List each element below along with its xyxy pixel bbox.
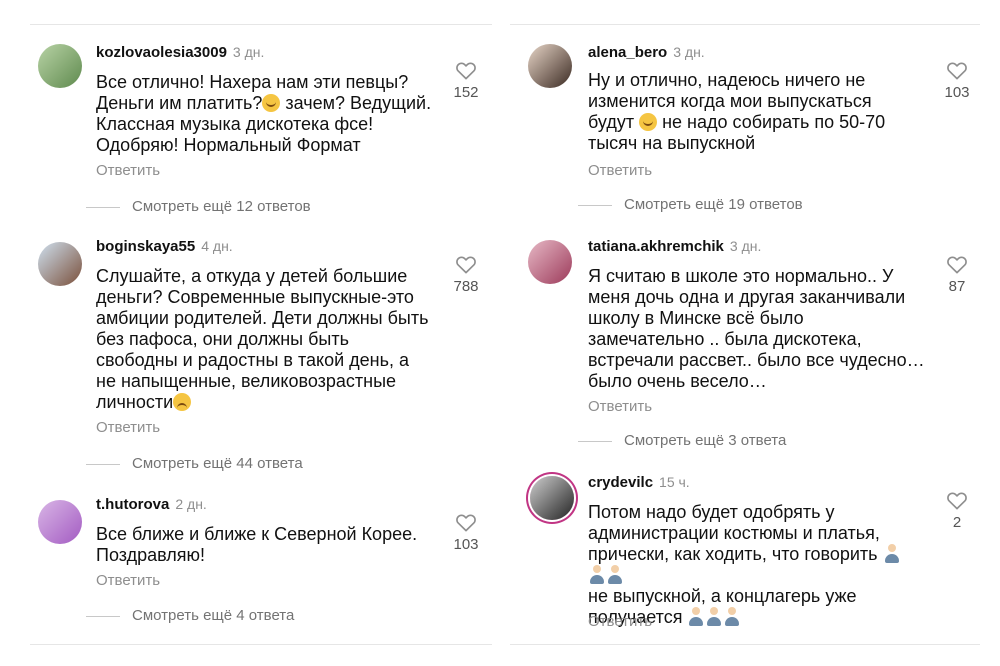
like-count: 152 [453,84,479,101]
person-facepalm-emoji [882,544,901,564]
username[interactable]: boginskaya55 [96,238,195,255]
timestamp: 3 дн. [729,238,762,254]
timestamp: 15 ч. [659,474,690,490]
view-replies-button[interactable]: Смотреть ещё 4 ответа [86,607,294,624]
like-button[interactable]: 2 [937,490,977,531]
timestamp: 3 дн. [673,44,705,60]
reply-button[interactable]: Ответить [96,572,160,589]
person-facepalm-emoji [588,565,606,585]
like-button[interactable]: 152 [446,60,486,101]
avatar[interactable] [528,44,572,88]
view-replies-button[interactable]: Смотреть ещё 44 ответа [86,455,303,472]
username[interactable]: kozlovaolesia3009 [96,44,227,61]
username[interactable]: alena_bero [588,44,667,61]
comment-text: Я считаю в школе это нормально.. У меня … [588,266,925,391]
reply-button[interactable]: Ответить [96,419,160,436]
like-count: 788 [453,278,479,295]
timestamp: 3 дн. [232,44,265,60]
heart-icon [456,514,476,532]
comments-panel-left: kozlovaolesia3009 3 дн. Все отлично! Нахе… [0,0,492,666]
like-count: 87 [948,278,966,295]
timestamp: 4 дн. [201,238,233,254]
view-replies-button[interactable]: Смотреть ещё 3 ответа [578,432,786,449]
reply-button[interactable]: Ответить [96,162,160,179]
reply-button[interactable]: Ответить [588,398,652,415]
heart-icon [947,256,967,274]
like-button[interactable]: 788 [446,254,486,295]
panel-gap [492,0,510,666]
person-facepalm-emoji [606,565,624,585]
like-button[interactable]: 103 [937,60,977,101]
view-replies-button[interactable]: Смотреть ещё 12 ответов [86,198,311,215]
reply-button[interactable]: Ответить [588,162,652,179]
avatar[interactable] [38,242,82,286]
heart-icon [456,256,476,274]
person-facepalm-emoji [723,607,742,627]
username[interactable]: tatiana.akhremchik [588,238,724,255]
avatar[interactable] [528,240,572,284]
view-replies-button[interactable]: Смотреть ещё 19 ответов [578,196,803,213]
divider [30,644,492,645]
like-button[interactable]: 103 [446,512,486,553]
heart-icon [947,492,967,510]
person-facepalm-emoji [705,607,724,627]
heart-icon [456,62,476,80]
comment-text: Все ближе и ближе к Северной Корее. Позд… [96,524,418,565]
comment-text: Потом надо будет одобрять у администраци… [588,502,938,628]
divider [510,24,980,25]
avatar[interactable] [38,500,82,544]
avatar[interactable] [530,476,574,520]
comment-text: Все отлично! Нахера нам эти певцы? Деньг… [96,72,432,155]
like-count: 2 [952,514,962,531]
divider [30,24,492,25]
username[interactable]: crydevilc [588,474,653,491]
avatar[interactable] [38,44,82,88]
reply-button[interactable]: Ответить [588,613,652,630]
sad-emoji [173,393,192,411]
like-count: 103 [944,84,970,101]
comments-panel-right: alena_bero 3 дн. Ну и отлично, надеюсь ни… [510,0,1000,666]
person-facepalm-emoji [687,607,706,627]
like-count: 103 [453,536,479,553]
laughing-emoji [639,113,658,131]
like-button[interactable]: 87 [937,254,977,295]
divider [510,644,980,645]
username[interactable]: t.hutorova [96,496,169,513]
comment-text: Слушайте, а откуда у детей большие деньг… [96,266,429,412]
heart-icon [947,62,967,80]
timestamp: 2 дн. [175,496,207,512]
laughing-emoji [262,94,281,112]
comment-text: Ну и отлично, надеюсь ничего не изменитс… [588,70,886,153]
